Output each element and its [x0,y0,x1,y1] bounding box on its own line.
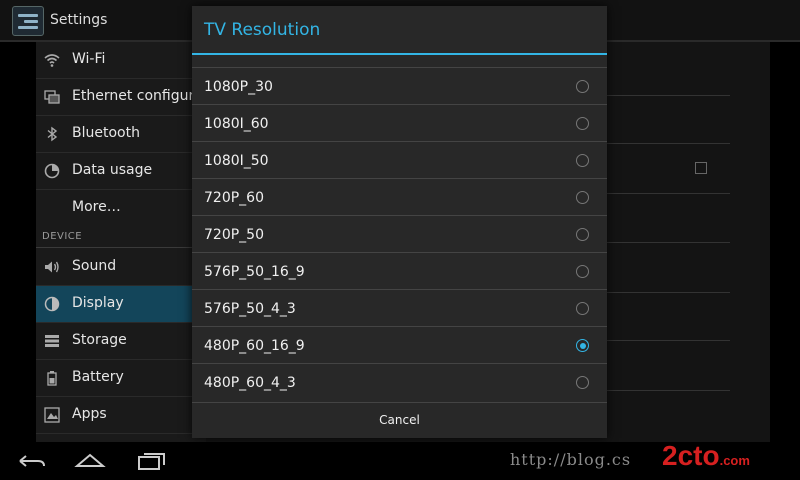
option-label: 480P_60_16_9 [204,338,305,354]
radio-button[interactable] [576,117,589,130]
option-1080i-60[interactable]: 1080I_60 [192,105,607,142]
sidebar-item-label: Battery [72,369,124,385]
sidebar-item-label: More… [72,199,121,215]
storage-icon [44,333,60,349]
ethernet-icon [44,89,60,105]
sidebar-item-label: Storage [72,332,127,348]
option-720p-60[interactable]: 720P_60 [192,179,607,216]
cancel-button[interactable]: Cancel [192,403,607,438]
wifi-icon [44,52,60,68]
home-icon[interactable] [74,450,106,472]
sidebar-item-display[interactable]: Display [36,286,206,323]
sidebar-item-storage[interactable]: Storage [36,323,206,360]
option-1080p-30[interactable]: 1080P_30 [192,68,607,105]
radio-button[interactable] [576,376,589,389]
watermark-logo-suffix: .com [719,453,750,468]
back-icon[interactable] [16,450,48,472]
radio-button[interactable] [576,154,589,167]
data-usage-icon [44,163,60,179]
radio-button[interactable] [576,191,589,204]
sidebar-item-label: Bluetooth [72,125,140,141]
section-header-device: DEVICE [42,231,83,242]
option-label: 576P_50_4_3 [204,301,296,317]
option-label: 720P_50 [204,227,264,243]
section-divider [36,247,206,248]
detail-checkbox[interactable] [695,162,707,174]
sidebar-item-more[interactable]: More… [36,190,206,227]
dialog-title: TV Resolution [204,20,321,40]
resolution-option-list[interactable]: 1080P_30 1080I_60 1080I_50 720P_60 720P_… [192,55,607,403]
radio-button[interactable] [576,228,589,241]
option-label: 720P_60 [204,190,264,206]
option-720p-50[interactable]: 720P_50 [192,216,607,253]
sidebar-item-label: Data usage [72,162,153,178]
radio-button-selected[interactable] [576,339,589,352]
radio-button[interactable] [576,302,589,315]
sidebar-item-label: Display [72,295,124,311]
option-label: 1080I_60 [204,116,269,132]
tv-resolution-dialog: TV Resolution 1080P_30 1080I_60 1080I_50… [192,6,607,438]
option-label: 1080P_30 [204,79,273,95]
app-title: Settings [50,12,108,28]
sidebar-item-battery[interactable]: Battery [36,360,206,397]
option-576p-50-16-9[interactable]: 576P_50_16_9 [192,253,607,290]
radio-button[interactable] [576,265,589,278]
sidebar-item-ethernet[interactable]: Ethernet configurati [36,79,212,116]
apps-icon [44,407,60,423]
sidebar-item-sound[interactable]: Sound [36,249,206,286]
sidebar-item-label: Wi-Fi [72,51,106,67]
option-480p-60-16-9[interactable]: 480P_60_16_9 [192,327,607,364]
sidebar-item-wifi[interactable]: Wi-Fi [36,42,206,79]
sidebar-item-data-usage[interactable]: Data usage [36,153,206,190]
option-label: 1080I_50 [204,153,269,169]
option-576p-50-4-3[interactable]: 576P_50_4_3 [192,290,607,327]
recents-icon[interactable] [136,450,168,472]
option-label: 480P_60_4_3 [204,375,296,391]
sidebar-item-apps[interactable]: Apps [36,397,206,434]
watermark-logo-text: 2cto [662,440,720,471]
sidebar-item-label: Apps [72,406,107,422]
option-1080i-50[interactable]: 1080I_50 [192,142,607,179]
speaker-icon [44,259,60,275]
settings-list: Wi-Fi Ethernet configurati Bluetooth Dat… [36,42,212,442]
settings-sliders-icon[interactable] [12,6,44,36]
display-brightness-icon [44,296,60,312]
option-label: 576P_50_16_9 [204,264,305,280]
watermark-url: http://blog.cs [510,450,632,469]
sidebar-item-label: Sound [72,258,117,274]
watermark-logo: 2cto.com [662,440,750,472]
sidebar-item-bluetooth[interactable]: Bluetooth [36,116,206,153]
option-480p-60-4-3[interactable]: 480P_60_4_3 [192,364,607,401]
battery-icon [44,370,60,386]
bluetooth-icon [44,126,60,142]
radio-button[interactable] [576,80,589,93]
